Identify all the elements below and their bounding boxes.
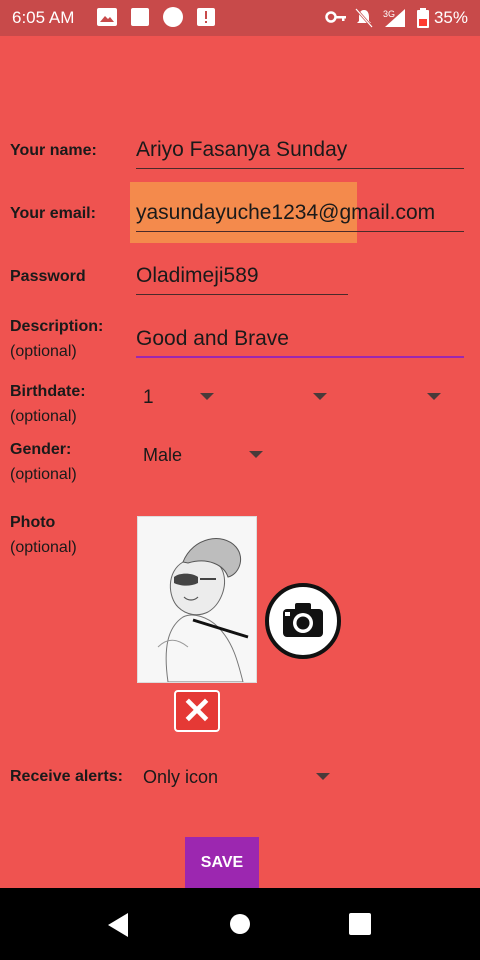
navigation-bar [0, 888, 480, 960]
alerts-label: Receive alerts: [10, 768, 123, 785]
notification-icon [131, 8, 149, 26]
delete-photo-button[interactable]: ✕ [174, 690, 220, 732]
signal-icon: 3G [383, 8, 407, 33]
status-time: 6:05 AM [12, 8, 75, 27]
gender-label: Gender: [10, 441, 72, 458]
description-label: Description: [10, 318, 104, 335]
password-label: Password [10, 268, 86, 285]
password-underline [136, 294, 348, 295]
close-icon: ✕ [181, 690, 213, 731]
back-icon[interactable] [108, 913, 128, 937]
birthdate-day-select[interactable]: 1 [143, 387, 154, 409]
svg-text:3G: 3G [383, 9, 395, 19]
gender-select[interactable]: Male [143, 445, 182, 466]
name-underline [136, 168, 464, 169]
email-underline [136, 231, 464, 232]
description-underline [136, 356, 464, 358]
email-input[interactable]: yasundayuche1234@gmail.com [136, 201, 464, 225]
photo-label: Photo [10, 514, 56, 531]
birthdate-year-chevron-down-icon[interactable] [427, 393, 441, 400]
name-input[interactable]: Ariyo Fasanya Sunday [136, 138, 466, 162]
gender-chevron-down-icon[interactable] [249, 451, 263, 458]
birthdate-month-chevron-down-icon[interactable] [313, 393, 327, 400]
email-value: yasundayuche1234@gmail.com [136, 201, 436, 224]
password-input[interactable]: Oladimeji589 [136, 264, 348, 288]
profile-photo[interactable] [137, 516, 257, 683]
photo-optional: (optional) [10, 539, 77, 556]
birthdate-label: Birthdate: [10, 383, 86, 400]
recents-icon[interactable] [349, 913, 371, 935]
sketch-portrait-image [157, 538, 249, 683]
description-optional: (optional) [10, 343, 77, 360]
alert-icon [197, 8, 215, 31]
home-icon[interactable] [230, 914, 250, 934]
camera-button[interactable] [265, 583, 341, 659]
description-input[interactable]: Good and Brave [136, 327, 464, 351]
mute-icon [355, 8, 373, 33]
status-bar: 6:05 AM 3G 35% [0, 0, 480, 36]
notification-circle-icon [163, 7, 183, 27]
name-label: Your name: [10, 142, 97, 159]
save-button[interactable]: SAVE [185, 837, 259, 888]
gallery-icon [97, 8, 117, 31]
vpn-key-icon [325, 8, 347, 31]
email-label: Your email: [10, 205, 96, 222]
battery-icon [417, 8, 429, 33]
gender-optional: (optional) [10, 466, 77, 483]
alerts-select[interactable]: Only icon [143, 767, 218, 788]
chevron-down-icon[interactable] [200, 393, 214, 400]
alerts-chevron-down-icon[interactable] [316, 773, 330, 780]
camera-icon [283, 603, 323, 637]
battery-percent: 35% [433, 8, 468, 27]
birthdate-optional: (optional) [10, 408, 77, 425]
